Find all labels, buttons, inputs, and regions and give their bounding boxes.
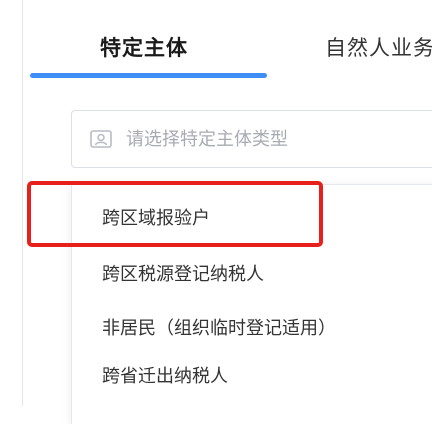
tab-bar: 特定主体 自然人业务 xyxy=(0,0,432,90)
option-non-resident[interactable]: 非居民（组织临时登记适用） xyxy=(102,309,336,349)
entity-type-dropdown: 跨区域报验户 跨区税源登记纳税人 非居民（组织临时登记适用） 跨省迁出纳税人 xyxy=(71,184,432,424)
option-cross-region-inspection[interactable]: 跨区域报验户 xyxy=(102,199,210,239)
option-cross-province-migration[interactable]: 跨省迁出纳税人 xyxy=(102,357,228,397)
option-cross-region-tax-source[interactable]: 跨区税源登记纳税人 xyxy=(102,255,264,295)
tab-specific-entity[interactable]: 特定主体 xyxy=(100,28,188,68)
tab-individual-business[interactable]: 自然人业务 xyxy=(325,28,432,68)
id-card-icon xyxy=(90,129,112,149)
active-tab-indicator xyxy=(30,73,267,78)
select-placeholder: 请选择特定主体类型 xyxy=(126,129,288,150)
entity-type-select[interactable]: 请选择特定主体类型 xyxy=(71,110,432,168)
